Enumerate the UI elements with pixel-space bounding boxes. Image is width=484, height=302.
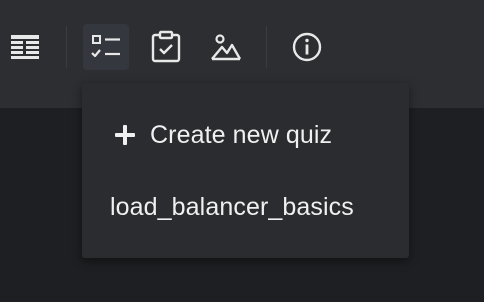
- info-icon: [291, 31, 323, 63]
- landscape-icon: [209, 31, 243, 63]
- table-icon: [9, 31, 41, 63]
- quiz-item-label: load_balancer_basics: [110, 192, 354, 221]
- plus-icon: [115, 125, 135, 145]
- info-button[interactable]: [284, 24, 330, 70]
- table-view-button[interactable]: [2, 24, 48, 70]
- clipboard-check-icon: [150, 30, 182, 64]
- checklist-icon: [89, 32, 123, 62]
- quiz-item[interactable]: load_balancer_basics: [82, 179, 409, 235]
- clipboard-button[interactable]: [143, 24, 189, 70]
- create-new-quiz-label: Create new quiz: [150, 120, 333, 149]
- image-button[interactable]: [203, 24, 249, 70]
- quiz-dropdown-menu: Create new quiz load_balancer_basics: [82, 83, 409, 258]
- create-new-quiz-item[interactable]: Create new quiz: [82, 107, 409, 163]
- quiz-menu-button[interactable]: [83, 24, 129, 70]
- toolbar-divider: [266, 26, 267, 68]
- toolbar-divider: [66, 26, 67, 68]
